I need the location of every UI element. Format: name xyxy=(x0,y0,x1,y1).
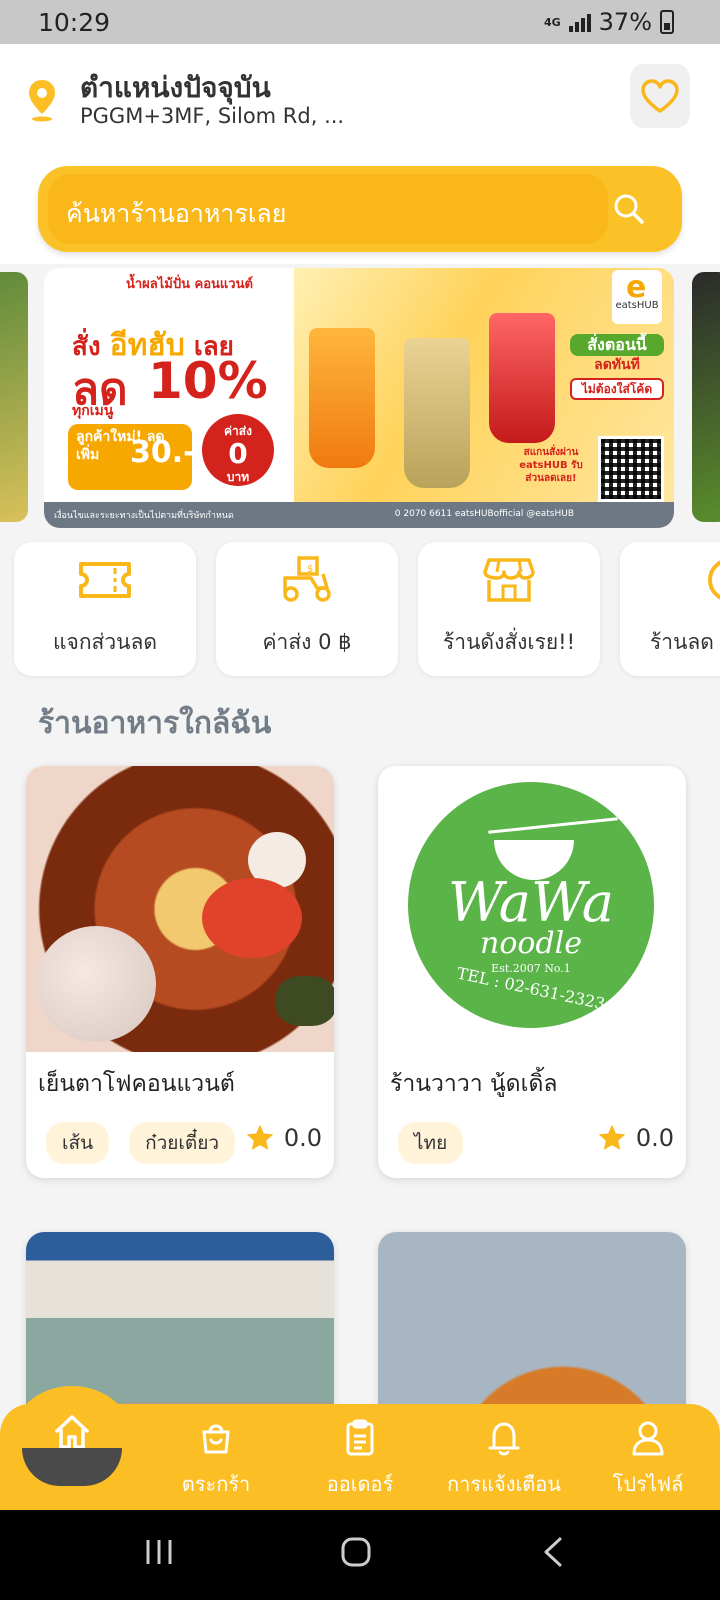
promo-carousel[interactable]: น้ำผลไม้ปั่น คอนแวนต์ สั่ง อีทฮับ เลย ลด… xyxy=(0,268,720,528)
status-bar: 10:29 4G 37% xyxy=(0,0,720,44)
banner-ship-label: ค่าส่ง xyxy=(224,424,252,438)
passionfruit-juice-cup xyxy=(404,338,470,488)
storefront-icon xyxy=(483,558,535,602)
category-label: ร้านดังสั่งเรย!! xyxy=(443,630,575,654)
banner-every-menu: ทุกเมนู xyxy=(72,403,114,419)
category-label: แจกส่วนลด xyxy=(52,630,158,654)
location-header[interactable]: ตำแหน่งปัจจุบัน PGGM+3MF, Silom Rd, ... xyxy=(0,44,720,152)
recent-apps-icon[interactable] xyxy=(144,1536,174,1568)
restaurant-tags: ไทย xyxy=(398,1122,464,1164)
search-section: ค้นหาร้านอาหารเลย xyxy=(0,152,720,264)
banner-promo-top: สั่งตอนนี้ xyxy=(570,334,664,356)
shopping-bag-icon xyxy=(202,1424,230,1454)
restaurant-tag: ก๋วยเตี๋ยว xyxy=(129,1122,236,1164)
user-icon xyxy=(632,1421,664,1456)
favorites-button[interactable] xyxy=(630,64,690,128)
status-indicators: 4G 37% xyxy=(544,8,674,36)
logo-word: WaWa xyxy=(447,871,614,934)
ticket-icon xyxy=(79,562,131,598)
banner-ship-value: 0 xyxy=(228,437,248,470)
location-address: PGGM+3MF, Silom Rd, ... xyxy=(80,104,345,128)
logo-sub: noodle xyxy=(480,926,582,961)
banner-brand: น้ำผลไม้ปั่น คอนแวนต์ xyxy=(126,277,253,292)
network-type: 4G xyxy=(543,15,561,29)
category-row: แจกส่วนลด $ ค่าส่ง 0 ฿ ร้านดังสั่งเรย!! … xyxy=(0,542,720,676)
category-discount[interactable]: แจกส่วนลด xyxy=(14,542,196,676)
nav-label: ออเดอร์ xyxy=(326,1472,394,1496)
restaurant-card[interactable]: เย็นตาโฟคอนแวนต์ เส้น ก๋วยเตี๋ยว 0.0 xyxy=(26,766,334,1178)
system-navigation-bar xyxy=(0,1510,720,1600)
delivery-scooter-icon: $ xyxy=(283,556,331,602)
banner-discount-pct: 10% xyxy=(148,352,268,410)
restaurant-tag: เส้น xyxy=(46,1122,110,1164)
bell-icon xyxy=(488,1422,520,1456)
restaurant-name: ร้านวาวา นู้ดเดิ้ล xyxy=(390,1071,558,1097)
location-pin-icon xyxy=(29,80,55,122)
home-system-icon[interactable] xyxy=(340,1536,372,1568)
search-placeholder: ค้นหาร้านอาหารเลย xyxy=(66,199,287,228)
category-label: ค่าส่ง 0 ฿ xyxy=(262,630,352,654)
banner-text-panel: น้ำผลไม้ปั่น คอนแวนต์ สั่ง อีทฮับ เลย ลด… xyxy=(44,268,304,502)
banner-footer-note: เงื่อนไขและระยะทางเป็นไปตามที่บริษัทกำหน… xyxy=(54,511,234,521)
nearby-section-title: ร้านอาหารใกล้ฉัน xyxy=(38,706,272,741)
rating-value: 0.0 xyxy=(635,1124,674,1152)
star-icon xyxy=(246,1124,274,1150)
rating-value: 0.0 xyxy=(283,1124,322,1152)
banner-footer: เงื่อนไขและระยะทางเป็นไปตามที่บริษัทกำหน… xyxy=(44,502,674,528)
clipboard-icon xyxy=(346,1419,374,1456)
category-popular[interactable]: ร้านดังสั่งเรย!! xyxy=(418,542,600,676)
category-label: ร้านลด xyxy=(650,630,714,654)
watermelon-juice-cup xyxy=(489,313,555,443)
nav-label: การแจ้งเตือน xyxy=(447,1472,561,1496)
battery-percent: 37% xyxy=(598,8,652,36)
banner-promo-bottom: ไม่ต้องใส่โค้ด xyxy=(570,378,664,400)
orange-juice-cup xyxy=(309,328,375,468)
banner-promo-mid: ลดทันที xyxy=(594,357,640,373)
back-icon[interactable] xyxy=(540,1536,566,1568)
banner-new-customer-amount: 30.- xyxy=(130,435,196,470)
wawa-logo-text: WaWa noodle Est.2007 No.1 TEL : 02-631-2… xyxy=(408,871,654,1014)
banner-ship-unit: บาท xyxy=(226,470,250,484)
svg-text:$: $ xyxy=(307,564,313,575)
nav-notifications[interactable]: การแจ้งเตือน xyxy=(434,1418,574,1500)
restaurant-tags: เส้น ก๋วยเตี๋ยว xyxy=(46,1122,236,1164)
prev-banner-peek[interactable] xyxy=(0,272,28,522)
discount-badge-icon xyxy=(708,560,720,600)
restaurant-photo: WaWa noodle Est.2007 No.1 TEL : 02-631-2… xyxy=(378,766,686,1052)
star-icon xyxy=(598,1124,626,1150)
restaurant-rating: 0.0 xyxy=(244,1122,322,1154)
banner-promo-box: สั่งตอนนี้ ลดทันที ไม่ต้องใส่โค้ด xyxy=(570,334,664,400)
nav-label: ตระกร้า xyxy=(181,1472,251,1496)
next-banner-peek[interactable] xyxy=(692,272,720,522)
restaurant-card[interactable]: WaWa noodle Est.2007 No.1 TEL : 02-631-2… xyxy=(378,766,686,1178)
signal-icon xyxy=(568,12,591,32)
battery-icon xyxy=(660,10,674,34)
home-icon xyxy=(55,1415,89,1449)
promo-banner[interactable]: น้ำผลไม้ปั่น คอนแวนต์ สั่ง อีทฮับ เลย ลด… xyxy=(44,268,674,528)
banner-image-panel: eatsHUB สั่งตอนนี้ ลดทันที ไม่ต้องใส่โค้… xyxy=(294,268,674,502)
banner-footer-contact: 0 2070 6611 eatsHUBofficial @eatsHUB xyxy=(394,509,574,519)
search-icon[interactable] xyxy=(612,192,646,226)
banner-new-customer: ลูกค้าใหม่! ลดเพิ่ม 30.- xyxy=(68,424,196,490)
nav-orders[interactable]: ออเดอร์ xyxy=(290,1418,430,1500)
banner-shipping-badge: ค่าส่ง 0 บาท xyxy=(202,414,274,486)
restaurant-photo xyxy=(26,766,334,1052)
heart-icon xyxy=(641,79,679,113)
banner-scan-text: สแกนสั่งผ่าน eatsHUB รับส่วนลดเลย! xyxy=(519,447,583,484)
nav-label: โปรไฟล์ xyxy=(612,1472,684,1496)
status-time: 10:29 xyxy=(38,8,111,37)
restaurant-name: เย็นตาโฟคอนแวนต์ xyxy=(38,1071,235,1097)
restaurant-tag: ไทย xyxy=(398,1122,464,1164)
eatshub-logo: eatsHUB xyxy=(612,270,662,324)
category-discount-shops[interactable]: ร้านลด xyxy=(620,542,720,676)
restaurant-rating: 0.0 xyxy=(596,1122,674,1154)
qr-code xyxy=(598,436,664,502)
nav-cart[interactable]: ตระกร้า xyxy=(146,1418,286,1500)
category-free-shipping[interactable]: $ ค่าส่ง 0 ฿ xyxy=(216,542,398,676)
nav-profile[interactable]: โปรไฟล์ xyxy=(578,1418,718,1500)
search-bar[interactable]: ค้นหาร้านอาหารเลย xyxy=(38,166,682,252)
